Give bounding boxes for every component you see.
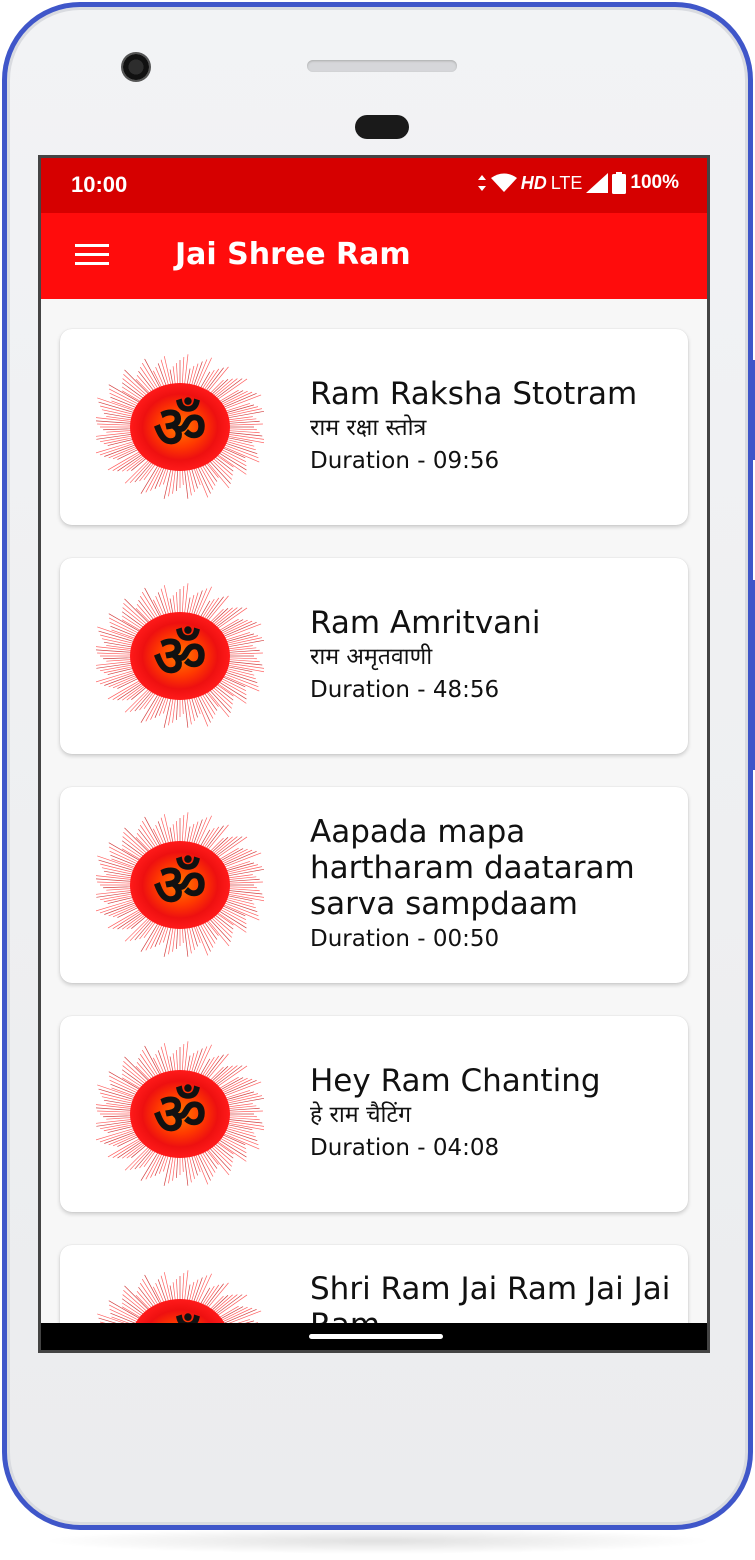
proximity-sensor	[355, 115, 409, 139]
device-shadow	[40, 1528, 715, 1554]
status-time: 10:00	[71, 172, 128, 197]
volume-button	[750, 360, 755, 460]
om-artwork: ॐ	[91, 354, 267, 499]
track-title: Aapada mapa hartharam daataram sarva sam…	[310, 814, 635, 922]
track-info: Ram Raksha Stotram राम रक्षा स्तोत्र Dur…	[310, 329, 680, 525]
om-icon: ॐ	[91, 1040, 267, 1188]
track-card[interactable]: ॐ Shri Ram Jai Ram Jai Jai Ram	[60, 1245, 688, 1326]
data-arrows-icon	[477, 175, 486, 191]
track-card[interactable]: ॐ Ram Amritvani राम अमृतवाणी Duration - …	[60, 558, 688, 754]
svg-text:ॐ: ॐ	[154, 851, 207, 919]
track-info: Hey Ram Chanting हे राम चैटिंग Duration …	[310, 1016, 680, 1212]
navigation-bar	[41, 1323, 707, 1350]
battery-icon	[612, 172, 627, 194]
battery-percent: 100%	[630, 172, 679, 193]
om-icon: ॐ	[96, 1269, 264, 1326]
track-title: Ram Amritvani	[310, 605, 541, 641]
track-info: Shri Ram Jai Ram Jai Jai Ram	[310, 1245, 680, 1326]
phone-device: 10:00 4 HD LTE 100% Jai Shree Ram ॐ Ram …	[0, 0, 755, 1560]
track-subtitle: हे राम चैटिंग	[310, 1102, 412, 1128]
om-icon: ॐ	[91, 582, 267, 730]
track-duration: Duration - 48:56	[310, 677, 500, 703]
track-info: Ram Amritvani राम अमृतवाणी Duration - 48…	[310, 558, 680, 754]
om-icon: ॐ	[91, 811, 267, 959]
app-title: Jai Shree Ram	[175, 237, 411, 272]
status-icons: 4 HD LTE 100%	[477, 172, 679, 194]
hd-indicator: HD	[520, 172, 547, 193]
om-artwork: ॐ	[97, 1270, 263, 1326]
phone-screen: 10:00 4 HD LTE 100% Jai Shree Ram ॐ Ram …	[38, 155, 710, 1353]
track-title: Ram Raksha Stotram	[310, 376, 638, 412]
home-gesture-handle[interactable]	[309, 1334, 443, 1339]
track-list[interactable]: ॐ Ram Raksha Stotram राम रक्षा स्तोत्र D…	[41, 299, 707, 1326]
svg-text:4: 4	[509, 184, 514, 193]
svg-text:ॐ: ॐ	[154, 393, 207, 461]
track-subtitle: राम रक्षा स्तोत्र	[310, 415, 427, 441]
earpiece-speaker	[307, 60, 457, 72]
track-title: Hey Ram Chanting	[310, 1063, 601, 1099]
svg-text:ॐ: ॐ	[154, 1080, 207, 1148]
om-icon: ॐ	[91, 353, 267, 501]
power-button	[750, 580, 755, 770]
svg-text:ॐ: ॐ	[154, 622, 207, 690]
om-artwork: ॐ	[91, 1041, 267, 1186]
om-artwork: ॐ	[91, 583, 267, 728]
front-camera	[121, 52, 151, 82]
om-artwork: ॐ	[91, 812, 267, 957]
status-bar: 10:00 4 HD LTE 100%	[41, 158, 707, 213]
signal-icon	[586, 173, 609, 193]
track-card[interactable]: ॐ Aapada mapa hartharam daataram sarva s…	[60, 787, 688, 983]
track-duration: Duration - 04:08	[310, 1135, 500, 1161]
track-title: Shri Ram Jai Ram Jai Jai Ram	[310, 1271, 671, 1326]
hamburger-menu-icon[interactable]	[73, 241, 111, 269]
track-duration: Duration - 00:50	[310, 926, 500, 952]
network-type: LTE	[550, 172, 583, 193]
app-bar: Jai Shree Ram	[41, 213, 707, 299]
track-info: Aapada mapa hartharam daataram sarva sam…	[310, 787, 680, 983]
track-card[interactable]: ॐ Hey Ram Chanting हे राम चैटिंग Duratio…	[60, 1016, 688, 1212]
track-duration: Duration - 09:56	[310, 448, 500, 474]
track-subtitle: राम अमृतवाणी	[310, 644, 433, 670]
track-card[interactable]: ॐ Ram Raksha Stotram राम रक्षा स्तोत्र D…	[60, 329, 688, 525]
wifi-icon: 4	[490, 173, 517, 193]
